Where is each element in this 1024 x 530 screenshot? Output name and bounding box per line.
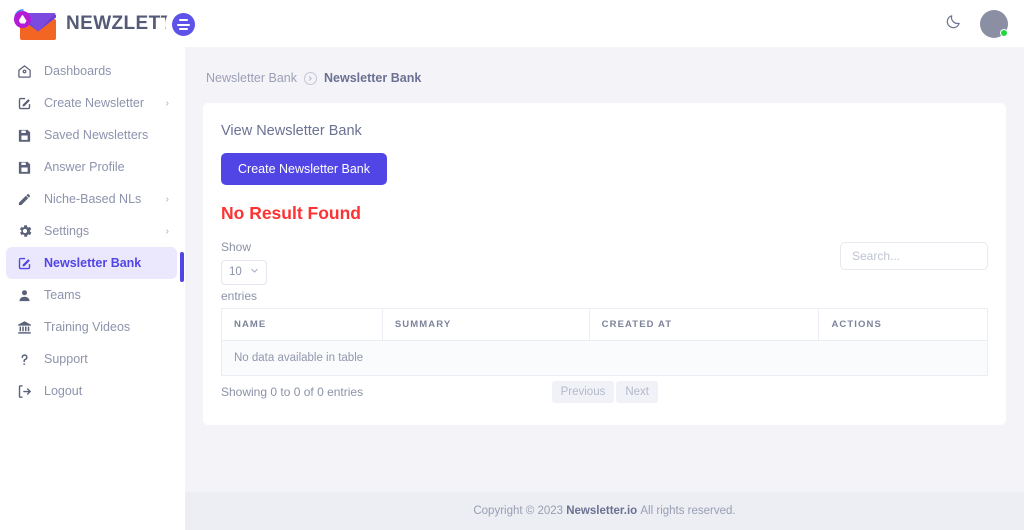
chevron-right-icon: › [166,226,169,237]
topbar [185,0,1024,47]
no-result-message: No Result Found [221,203,988,224]
table-empty-row: No data available in table [222,341,988,376]
logout-arrow-icon [16,383,33,400]
sidebar-item-label: Training Videos [44,320,169,334]
gear-icon [16,223,33,240]
sidebar-item-label: Support [44,352,169,366]
column-header-created-at[interactable]: CREATED AT [589,309,819,341]
search-input[interactable] [840,242,988,270]
next-page-button[interactable]: Next [616,381,658,403]
sidebar-item-label: Niche-Based NLs [44,192,155,206]
sidebar-item-teams[interactable]: Teams [6,279,177,311]
sidebar-item-label: Teams [44,288,169,302]
active-nav-indicator [180,252,184,282]
sidebar-item-newsletter-bank[interactable]: Newsletter Bank [6,247,177,279]
page-title: View Newsletter Bank [221,123,988,139]
sidebar-item-label: Create Newsletter [44,96,155,110]
chevron-right-icon: › [166,98,169,109]
footer-brand: Newsletter.io [566,505,637,517]
chevron-right-icon: › [166,194,169,205]
column-header-actions[interactable]: ACTIONS [819,309,988,341]
save-disk-icon [16,159,33,176]
bank-columns-icon [16,319,33,336]
breadcrumb-parent[interactable]: Newsletter Bank [206,71,297,85]
newsletter-bank-card: View Newsletter Bank Create Newsletter B… [203,103,1006,425]
column-header-summary[interactable]: SUMMARY [382,309,589,341]
user-avatar-button[interactable] [980,10,1008,38]
page-size-select[interactable]: 10 [221,260,267,286]
sidebar-item-logout[interactable]: Logout [6,375,177,407]
create-newsletter-bank-button[interactable]: Create Newsletter Bank [221,153,387,185]
table-head: NAME SUMMARY CREATED AT ACTIONS [222,309,988,341]
sidebar-item-label: Dashboards [44,64,169,78]
sidebar-item-support[interactable]: Support [6,343,177,375]
column-header-name[interactable]: NAME [222,309,383,341]
show-label: Show [221,238,267,257]
edit-square-icon [16,95,33,112]
footer-copyright-suffix: All rights reserved. [640,505,735,517]
home-icon [16,63,33,80]
sidebar-item-niche-based-nls[interactable]: Niche-Based NLs › [6,183,177,215]
circle-arrow-icon [304,72,317,85]
envelope-notification-logo [12,7,58,41]
pencil-icon [16,191,33,208]
sidebar-toggle-button[interactable] [170,11,197,38]
notification-badge-icon [14,11,31,28]
sidebar-item-create-newsletter[interactable]: Create Newsletter › [6,87,177,119]
sidebar-item-label: Newsletter Bank [44,256,169,270]
hamburger-circle-icon [172,13,195,36]
entries-label: entries [221,287,267,306]
sidebar-nav: Dashboards Create Newsletter › [0,47,185,407]
dark-mode-toggle[interactable] [940,11,966,37]
sidebar-item-training-videos[interactable]: Training Videos [6,311,177,343]
table-body: No data available in table [222,341,988,376]
sidebar-item-settings[interactable]: Settings › [6,215,177,247]
sidebar: NEWZLETTER Dashboards [0,0,185,530]
sidebar-item-saved-newsletters[interactable]: Saved Newsletters [6,119,177,151]
sidebar-item-label: Saved Newsletters [44,128,169,142]
empty-message: No data available in table [222,341,988,376]
pagination-controls: Previous Next [552,381,658,403]
brand: NEWZLETTER [0,0,185,47]
question-mark-icon [16,351,33,368]
breadcrumb-current: Newsletter Bank [324,71,421,85]
showing-entries-text: Showing 0 to 0 of 0 entries [221,385,363,399]
page-footer: Copyright © 2023 Newsletter.io All right… [185,492,1024,530]
sidebar-item-answer-profile[interactable]: Answer Profile [6,151,177,183]
main-area: Newsletter Bank Newsletter Bank View New… [185,0,1024,530]
table-footer: Showing 0 to 0 of 0 entries Previous Nex… [221,381,988,403]
table-controls: Show 10 entries [221,238,988,306]
page-size-value: 10 [229,264,242,282]
previous-page-button[interactable]: Previous [552,381,615,403]
sidebar-item-label: Answer Profile [44,160,169,174]
save-disk-icon [16,127,33,144]
table-header-row: NAME SUMMARY CREATED AT ACTIONS [222,309,988,341]
user-icon [16,287,33,304]
sidebar-item-dashboards[interactable]: Dashboards [6,55,177,87]
online-indicator [1000,29,1008,37]
sidebar-item-label: Logout [44,384,169,398]
sidebar-item-label: Settings [44,224,155,238]
moon-icon [945,13,962,35]
breadcrumb: Newsletter Bank Newsletter Bank [203,47,1006,103]
page-content: Newsletter Bank Newsletter Bank View New… [185,47,1024,492]
chevron-down-icon [250,266,259,280]
app-root: NEWZLETTER Dashboards [0,0,1024,530]
edit-square-icon [16,255,33,272]
show-entries-group: Show 10 entries [221,238,267,306]
footer-copyright-prefix: Copyright © 2023 [473,505,563,517]
newsletter-bank-table: NAME SUMMARY CREATED AT ACTIONS No data … [221,308,988,376]
